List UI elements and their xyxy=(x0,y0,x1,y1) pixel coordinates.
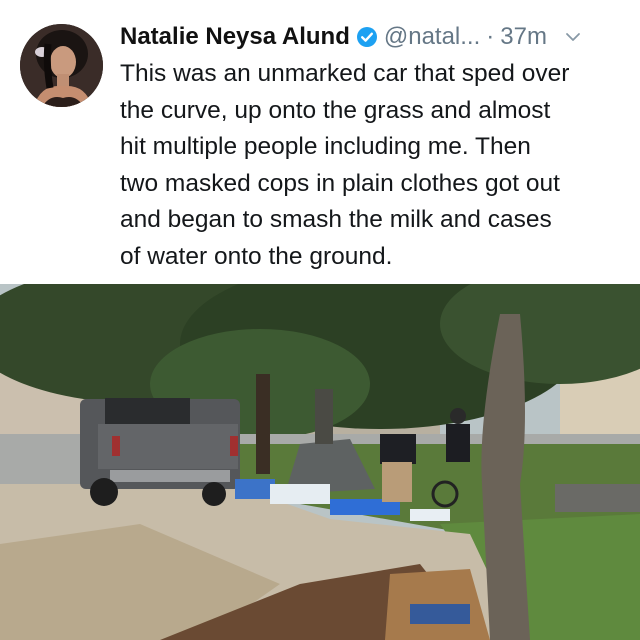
avatar-photo xyxy=(20,24,103,107)
chevron-down-icon[interactable] xyxy=(565,29,581,45)
tweet-header: Natalie Neysa Alund @natal... · 37m xyxy=(120,18,626,56)
tweet-media-photo[interactable] xyxy=(0,284,640,640)
tweet-text: This was an unmarked car that sped over … xyxy=(120,60,570,270)
separator-dot: · xyxy=(486,23,495,50)
street-scene-image xyxy=(0,284,640,640)
author-name[interactable]: Natalie Neysa Alund xyxy=(120,23,350,51)
tweet-card: Natalie Neysa Alund @natal... · 37m This… xyxy=(0,0,640,284)
avatar[interactable] xyxy=(20,24,103,107)
timestamp[interactable]: 37m xyxy=(500,23,547,51)
author-handle[interactable]: @natal... xyxy=(384,23,480,51)
verified-badge-icon xyxy=(356,26,378,48)
